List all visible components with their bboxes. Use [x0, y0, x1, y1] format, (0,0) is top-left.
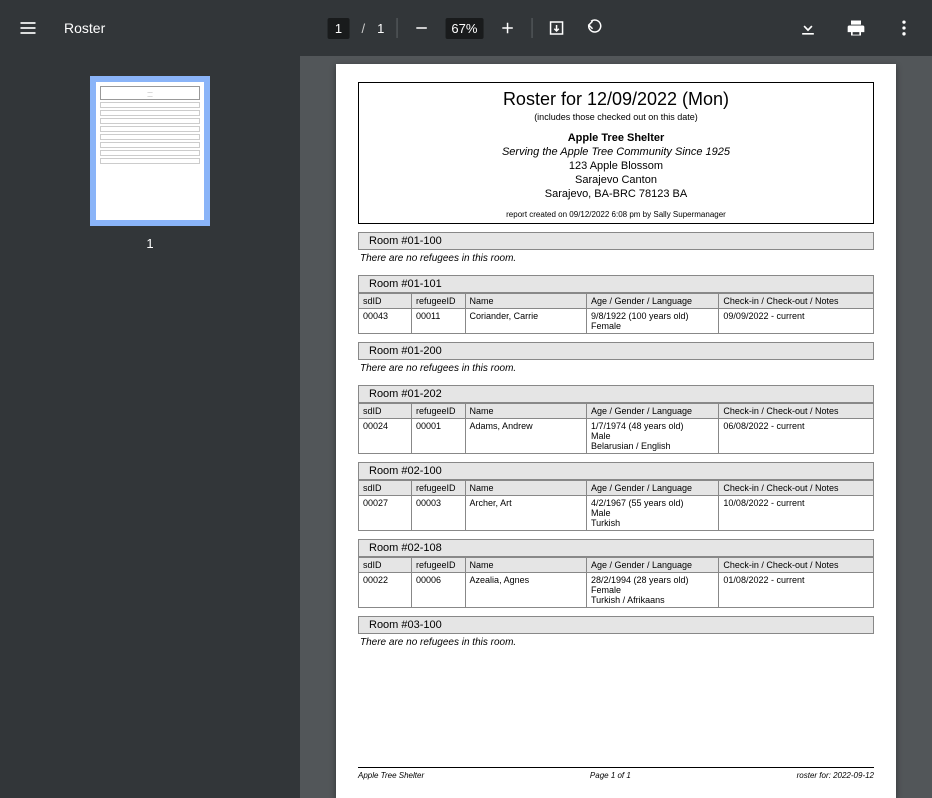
table-cell: 00024 — [359, 419, 412, 454]
report-subtitle: (includes those checked out on this date… — [365, 112, 867, 122]
table-cell: 00027 — [359, 496, 412, 531]
menu-icon[interactable] — [16, 16, 40, 40]
pdf-page: Roster for 12/09/2022 (Mon) (includes th… — [336, 64, 896, 798]
room-header: Room #02-108 — [358, 539, 874, 557]
page-number-input[interactable] — [328, 18, 350, 39]
document-title: Roster — [64, 20, 105, 36]
room-block: Room #01-202sdIDrefugeeIDNameAge / Gende… — [358, 385, 874, 454]
zoom-out-icon[interactable] — [409, 16, 433, 40]
table-cell: 06/08/2022 - current — [719, 419, 874, 454]
shelter-address-1: 123 Apple Blossom — [365, 160, 867, 172]
table-cell: 00003 — [411, 496, 465, 531]
page-footer: Apple Tree Shelter Page 1 of 1 roster fo… — [358, 767, 874, 780]
empty-room-message: There are no refugees in this room. — [358, 250, 874, 267]
divider — [531, 18, 532, 38]
table-cell: 28/2/1994 (28 years old) Female Turkish … — [586, 573, 718, 608]
room-block: Room #03-100There are no refugees in thi… — [358, 616, 874, 651]
zoom-level: 67% — [445, 18, 483, 39]
table-cell: 09/09/2022 - current — [719, 309, 874, 334]
shelter-address-3: Sarajevo, BA-BRC 78123 BA — [365, 188, 867, 200]
thumbnail-page-number: 1 — [146, 236, 153, 251]
room-header: Room #01-101 — [358, 275, 874, 293]
print-icon[interactable] — [844, 16, 868, 40]
roster-table: sdIDrefugeeIDNameAge / Gender / Language… — [358, 480, 874, 531]
report-title: Roster for 12/09/2022 (Mon) — [365, 89, 867, 110]
table-row: 0002700003Archer, Art4/2/1967 (55 years … — [359, 496, 874, 531]
column-header: Age / Gender / Language — [586, 404, 718, 419]
column-header: sdID — [359, 558, 412, 573]
roster-table: sdIDrefugeeIDNameAge / Gender / Language… — [358, 557, 874, 608]
table-cell: 1/7/1974 (48 years old) Male Belarusian … — [586, 419, 718, 454]
table-row: 0002400001Adams, Andrew1/7/1974 (48 year… — [359, 419, 874, 454]
table-row: 0004300011Coriander, Carrie9/8/1922 (100… — [359, 309, 874, 334]
column-header: sdID — [359, 404, 412, 419]
footer-left: Apple Tree Shelter — [358, 771, 424, 780]
pdf-toolbar: Roster / 1 67% — [0, 0, 932, 56]
shelter-name: Apple Tree Shelter — [365, 132, 867, 144]
column-header: Check-in / Check-out / Notes — [719, 558, 874, 573]
room-header: Room #02-100 — [358, 462, 874, 480]
footer-right: roster for: 2022-09-12 — [797, 771, 874, 780]
column-header: Name — [465, 558, 586, 573]
table-cell: 00011 — [411, 309, 465, 334]
document-viewport[interactable]: Roster for 12/09/2022 (Mon) (includes th… — [300, 56, 932, 798]
column-header: Age / Gender / Language — [586, 294, 718, 309]
column-header: sdID — [359, 481, 412, 496]
table-cell: 00001 — [411, 419, 465, 454]
table-cell: Azealia, Agnes — [465, 573, 586, 608]
report-header: Roster for 12/09/2022 (Mon) (includes th… — [358, 82, 874, 224]
column-header: Age / Gender / Language — [586, 558, 718, 573]
empty-room-message: There are no refugees in this room. — [358, 360, 874, 377]
room-header: Room #01-200 — [358, 342, 874, 360]
table-row: 0002200006Azealia, Agnes28/2/1994 (28 ye… — [359, 573, 874, 608]
roster-table: sdIDrefugeeIDNameAge / Gender / Language… — [358, 293, 874, 334]
column-header: refugeeID — [411, 558, 465, 573]
more-icon[interactable] — [892, 16, 916, 40]
room-header: Room #03-100 — [358, 616, 874, 634]
table-cell: Archer, Art — [465, 496, 586, 531]
room-block: Room #01-101sdIDrefugeeIDNameAge / Gende… — [358, 275, 874, 334]
table-cell: 10/08/2022 - current — [719, 496, 874, 531]
column-header: sdID — [359, 294, 412, 309]
column-header: refugeeID — [411, 481, 465, 496]
page-thumbnail[interactable]: ______ — [90, 76, 210, 226]
page-separator: / — [362, 21, 366, 36]
table-cell: 01/08/2022 - current — [719, 573, 874, 608]
room-header: Room #01-100 — [358, 232, 874, 250]
column-header: Name — [465, 404, 586, 419]
column-header: Check-in / Check-out / Notes — [719, 294, 874, 309]
footer-center: Page 1 of 1 — [590, 771, 631, 780]
room-block: Room #01-100There are no refugees in thi… — [358, 232, 874, 267]
divider — [396, 18, 397, 38]
room-block: Room #02-100sdIDrefugeeIDNameAge / Gende… — [358, 462, 874, 531]
table-cell: 00022 — [359, 573, 412, 608]
table-cell: 00006 — [411, 573, 465, 608]
zoom-in-icon[interactable] — [495, 16, 519, 40]
column-header: Check-in / Check-out / Notes — [719, 404, 874, 419]
column-header: Name — [465, 481, 586, 496]
report-metadata: report created on 09/12/2022 6:08 pm by … — [365, 210, 867, 219]
table-cell: 9/8/1922 (100 years old) Female — [586, 309, 718, 334]
shelter-motto: Serving the Apple Tree Community Since 1… — [365, 146, 867, 158]
column-header: refugeeID — [411, 294, 465, 309]
fit-page-icon[interactable] — [544, 16, 568, 40]
column-header: refugeeID — [411, 404, 465, 419]
table-cell: 00043 — [359, 309, 412, 334]
download-icon[interactable] — [796, 16, 820, 40]
shelter-address-2: Sarajevo Canton — [365, 174, 867, 186]
roster-table: sdIDrefugeeIDNameAge / Gender / Language… — [358, 403, 874, 454]
column-header: Check-in / Check-out / Notes — [719, 481, 874, 496]
table-cell: Coriander, Carrie — [465, 309, 586, 334]
table-cell: 4/2/1967 (55 years old) Male Turkish — [586, 496, 718, 531]
table-cell: Adams, Andrew — [465, 419, 586, 454]
page-total: 1 — [377, 21, 384, 36]
rotate-icon[interactable] — [580, 16, 604, 40]
column-header: Name — [465, 294, 586, 309]
room-block: Room #01-200There are no refugees in thi… — [358, 342, 874, 377]
room-header: Room #01-202 — [358, 385, 874, 403]
room-block: Room #02-108sdIDrefugeeIDNameAge / Gende… — [358, 539, 874, 608]
column-header: Age / Gender / Language — [586, 481, 718, 496]
thumbnail-sidebar: ______ 1 — [0, 56, 300, 798]
empty-room-message: There are no refugees in this room. — [358, 634, 874, 651]
